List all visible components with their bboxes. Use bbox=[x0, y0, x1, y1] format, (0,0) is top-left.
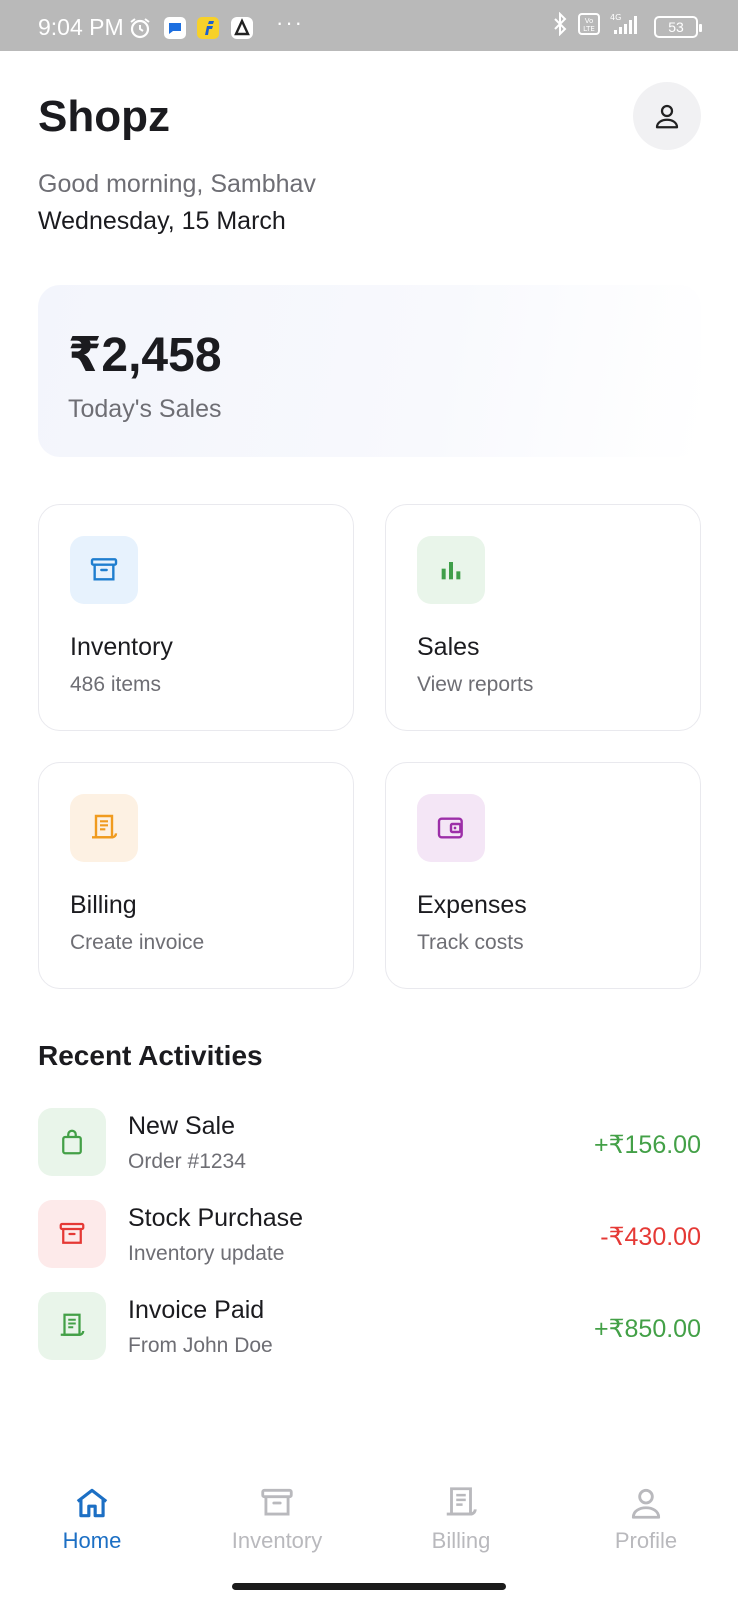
activity-amount: -₹430.00 bbox=[600, 1223, 701, 1251]
nav-billing[interactable]: Billing bbox=[386, 1484, 536, 1554]
person-icon bbox=[631, 1488, 661, 1519]
archive-box-icon bbox=[38, 1200, 106, 1268]
activity-title: Invoice Paid bbox=[128, 1296, 265, 1324]
nav-label: Home bbox=[62, 1528, 122, 1553]
tile-subtitle: Track costs bbox=[417, 931, 524, 954]
activity-row[interactable]: Stock Purchase Inventory update -₹430.00 bbox=[38, 1200, 701, 1268]
billing-tile[interactable]: Billing Create invoice bbox=[38, 762, 354, 989]
receipt-icon bbox=[446, 1487, 477, 1516]
sales-label: Today's Sales bbox=[68, 395, 222, 423]
flipkart-app-icon bbox=[196, 16, 220, 45]
archive-box-icon bbox=[261, 1488, 293, 1516]
nav-profile[interactable]: Profile bbox=[571, 1484, 721, 1554]
nav-label: Billing bbox=[431, 1528, 491, 1553]
expenses-tile[interactable]: Expenses Track costs bbox=[385, 762, 701, 989]
tile-subtitle: 486 items bbox=[70, 673, 162, 696]
sales-amount: ₹2,458 bbox=[68, 329, 222, 382]
signal-icon: 4G bbox=[610, 12, 644, 41]
inventory-tile[interactable]: Inventory 486 items bbox=[38, 504, 354, 731]
tile-title: Expenses bbox=[417, 891, 527, 919]
nav-label: Inventory bbox=[231, 1528, 323, 1553]
activity-title: Stock Purchase bbox=[128, 1204, 304, 1232]
activity-row[interactable]: Invoice Paid From John Doe +₹850.00 bbox=[38, 1292, 701, 1360]
recent-activities-title: Recent Activities bbox=[38, 1040, 263, 1071]
receipt-icon bbox=[70, 794, 138, 862]
bar-chart-icon bbox=[417, 536, 485, 604]
tile-title: Inventory bbox=[70, 633, 173, 661]
bluetooth-icon bbox=[552, 11, 568, 41]
nav-label: Profile bbox=[614, 1528, 678, 1553]
alarm-icon bbox=[128, 16, 152, 45]
svg-text:Vo: Vo bbox=[585, 17, 594, 25]
activity-subtitle: Order #1234 bbox=[128, 1150, 246, 1173]
tile-title: Sales bbox=[417, 633, 480, 661]
tile-title: Billing bbox=[70, 891, 137, 919]
activity-row[interactable]: New Sale Order #1234 +₹156.00 bbox=[38, 1108, 701, 1176]
activity-amount: +₹850.00 bbox=[594, 1315, 701, 1343]
nav-home[interactable]: Home bbox=[17, 1484, 167, 1554]
todays-sales-card[interactable]: ₹2,458 Today's Sales bbox=[38, 285, 701, 457]
activity-title: New Sale bbox=[128, 1112, 235, 1140]
greeting-text: Good morning, Sambhav bbox=[38, 170, 316, 198]
activity-amount: +₹156.00 bbox=[594, 1131, 701, 1159]
app-title: Shopz bbox=[38, 92, 170, 141]
more-notifications-icon: ··· bbox=[276, 10, 304, 35]
tile-subtitle: Create invoice bbox=[70, 931, 205, 954]
app-icon bbox=[230, 16, 254, 45]
receipt-icon bbox=[38, 1292, 106, 1360]
home-icon bbox=[76, 1488, 108, 1518]
archive-box-icon bbox=[70, 536, 138, 604]
wallet-icon bbox=[417, 794, 485, 862]
tile-subtitle: View reports bbox=[417, 673, 534, 696]
svg-text:4G: 4G bbox=[610, 13, 621, 22]
shopping-bag-icon bbox=[38, 1108, 106, 1176]
battery-icon: 53 bbox=[654, 15, 702, 38]
profile-button[interactable] bbox=[633, 82, 701, 150]
home-indicator bbox=[232, 1583, 506, 1590]
status-bar: 9:04 PM ··· Vo LTE 4G 53 bbox=[0, 0, 738, 51]
svg-text:LTE: LTE bbox=[583, 25, 595, 33]
sales-tile[interactable]: Sales View reports bbox=[385, 504, 701, 731]
activity-subtitle: From John Doe bbox=[128, 1334, 273, 1357]
nav-inventory[interactable]: Inventory bbox=[202, 1484, 352, 1554]
status-time: 9:04 PM bbox=[38, 14, 124, 40]
bottom-navigation: Home Inventory Billing Profile bbox=[0, 1470, 738, 1600]
message-app-icon bbox=[163, 16, 187, 45]
activity-subtitle: Inventory update bbox=[128, 1242, 285, 1265]
volte-icon: Vo LTE bbox=[578, 13, 600, 40]
person-icon bbox=[655, 104, 679, 129]
date-text: Wednesday, 15 March bbox=[38, 207, 286, 235]
